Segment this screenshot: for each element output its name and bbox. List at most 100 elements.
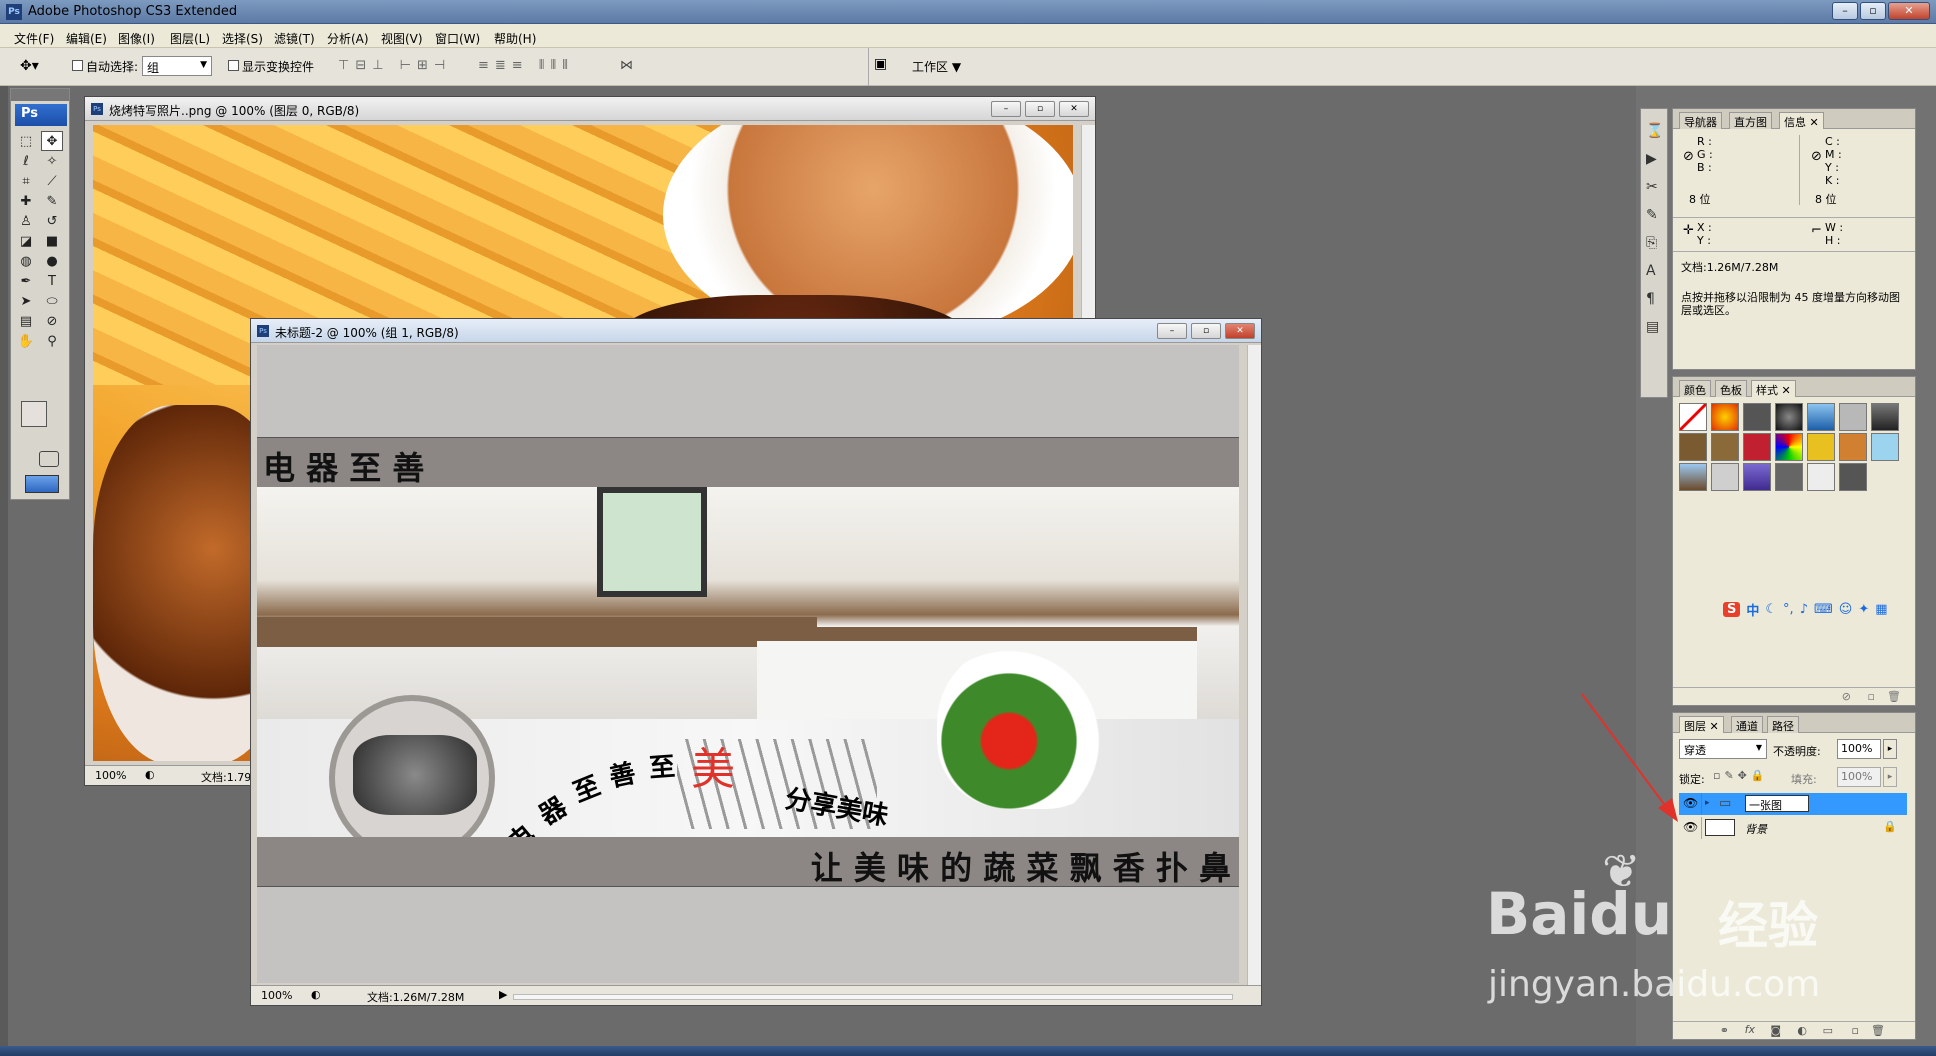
link-layers-icon[interactable]: ⚭ (1720, 1024, 1729, 1037)
opacity-field[interactable]: 100% (1837, 739, 1881, 759)
magic-wand-icon[interactable]: ✧ (41, 151, 63, 171)
menu-edit[interactable]: 编辑(E) (66, 30, 107, 47)
style-swatch[interactable] (1679, 433, 1707, 461)
tab-paths[interactable]: 路径 (1767, 716, 1799, 733)
lock-icons[interactable]: ▫✎✥🔒 (1713, 769, 1769, 782)
expand-triangle-icon[interactable]: ▸ (1705, 798, 1710, 808)
doc-minimize-button[interactable]: – (991, 101, 1021, 117)
punctuation-icon[interactable]: °, (1783, 602, 1794, 617)
lasso-tool-icon[interactable]: ℓ (15, 151, 37, 171)
fill-field[interactable]: 100% (1837, 767, 1881, 787)
tab-styles[interactable]: 样式 ✕ (1751, 380, 1796, 397)
move-tool-icon[interactable]: ✥ (41, 131, 63, 151)
tab-channels[interactable]: 通道 (1731, 716, 1763, 733)
foreground-color-swatch[interactable] (21, 401, 47, 427)
style-swatch[interactable] (1775, 463, 1803, 491)
hand-tool-icon[interactable]: ✋ (15, 331, 37, 351)
opacity-slider-arrow[interactable]: ▸ (1883, 739, 1897, 759)
style-swatch[interactable] (1839, 433, 1867, 461)
brushes-panel-icon[interactable]: ✎ (1646, 201, 1662, 229)
document-scrollbar[interactable] (1247, 345, 1261, 985)
doc-restore-button[interactable]: ▫ (1191, 323, 1221, 339)
layer-row-background[interactable]: 👁 背景 🔒 (1679, 817, 1907, 839)
tab-info[interactable]: 信息 ✕ (1779, 112, 1824, 129)
auto-align-icon[interactable]: ⋈ (620, 58, 633, 73)
toolbox-header[interactable] (11, 89, 69, 101)
style-swatch[interactable] (1807, 403, 1835, 431)
bridge-icon[interactable]: ▣ (874, 56, 887, 72)
tool-presets-icon[interactable]: ✂ (1646, 173, 1662, 201)
style-swatch[interactable] (1871, 433, 1899, 461)
blur-tool-icon[interactable]: ◍ (15, 251, 37, 271)
zoom-field[interactable]: 100% (261, 989, 292, 1002)
adjustment-layer-icon[interactable]: ◐ (1797, 1024, 1807, 1037)
workspace-button[interactable]: 工作区 ▼ (912, 58, 961, 75)
restore-button[interactable]: ▫ (1860, 2, 1886, 20)
moon-icon[interactable]: ☾ (1765, 602, 1777, 617)
style-swatch[interactable] (1711, 433, 1739, 461)
show-transform-checkbox[interactable] (228, 60, 239, 71)
slice-tool-icon[interactable]: ⟋ (41, 171, 63, 191)
close-button[interactable]: ✕ (1888, 2, 1930, 20)
auto-select-dropdown[interactable]: 组 ▼ (142, 56, 212, 76)
style-swatch[interactable] (1743, 433, 1771, 461)
clear-style-icon[interactable]: ⊘ (1842, 690, 1851, 703)
menu-filter[interactable]: 滤镜(T) (274, 30, 315, 47)
distribute-buttons[interactable]: ≡≣≡ ⦀⦀⦀ (478, 58, 574, 73)
sogou-logo-icon[interactable]: S (1723, 601, 1741, 617)
actions-panel-icon[interactable]: ▶ (1646, 145, 1662, 173)
style-swatch[interactable] (1775, 433, 1803, 461)
zoom-tool-icon[interactable]: ⚲ (41, 331, 63, 351)
move-tool-icon[interactable]: ✥▾ (20, 58, 39, 74)
trash-icon[interactable]: 🗑 (1871, 1024, 1885, 1037)
new-style-icon[interactable]: ▫ (1868, 690, 1875, 703)
grid-icon[interactable]: ▦ (1875, 602, 1887, 617)
stamp-tool-icon[interactable]: ♙ (15, 211, 37, 231)
eyedropper-icon[interactable]: ⊘ (41, 311, 63, 331)
trash-icon[interactable]: 🗑 (1887, 690, 1901, 703)
status-menu-icon[interactable]: ◐ (311, 988, 321, 1001)
pen-tool-icon[interactable]: ✒ (15, 271, 37, 291)
style-swatch[interactable] (1743, 403, 1771, 431)
style-swatch[interactable] (1711, 403, 1739, 431)
style-swatch[interactable] (1679, 463, 1707, 491)
horizontal-scrollbar[interactable] (513, 994, 1233, 1000)
menu-analysis[interactable]: 分析(A) (327, 30, 369, 47)
path-select-icon[interactable]: ➤ (15, 291, 37, 311)
layer-name-input[interactable]: 一张图 (1745, 795, 1809, 812)
doc-close-button[interactable]: ✕ (1059, 101, 1089, 117)
doc-restore-button[interactable]: ▫ (1025, 101, 1055, 117)
menu-layer[interactable]: 图层(L) (170, 30, 210, 47)
character-panel-icon[interactable]: A (1646, 257, 1662, 285)
style-swatch-none[interactable] (1679, 403, 1707, 431)
style-swatch[interactable] (1807, 433, 1835, 461)
new-group-icon[interactable]: ▭ (1823, 1024, 1833, 1037)
keyboard-icon[interactable]: ⌨ (1814, 602, 1833, 617)
style-swatch[interactable] (1839, 463, 1867, 491)
doc-close-button[interactable]: ✕ (1225, 323, 1255, 339)
crop-tool-icon[interactable]: ⌗ (15, 171, 37, 191)
style-swatch[interactable] (1871, 403, 1899, 431)
doc-minimize-button[interactable]: – (1157, 323, 1187, 339)
tab-histogram[interactable]: 直方图 (1729, 112, 1772, 129)
clone-source-icon[interactable]: ⎘ (1646, 229, 1662, 257)
shape-tool-icon[interactable]: ⬭ (41, 291, 63, 311)
tab-color[interactable]: 颜色 (1679, 380, 1711, 397)
style-swatch[interactable] (1743, 463, 1771, 491)
ime-mode-toggle[interactable]: 中 (1746, 600, 1759, 619)
gradient-tool-icon[interactable]: ■ (41, 231, 63, 251)
style-swatch[interactable] (1711, 463, 1739, 491)
zoom-field[interactable]: 100% (95, 769, 126, 782)
tab-navigator[interactable]: 导航器 (1679, 112, 1722, 129)
layer-style-icon[interactable]: fx (1745, 1023, 1755, 1036)
type-tool-icon[interactable]: T (41, 271, 63, 291)
dodge-tool-icon[interactable]: ● (41, 251, 63, 271)
user-icon[interactable]: ☺ (1839, 602, 1853, 617)
menu-image[interactable]: 图像(I) (118, 30, 155, 47)
history-panel-icon[interactable]: ⌛ (1646, 117, 1663, 145)
menu-view[interactable]: 视图(V) (381, 30, 423, 47)
menu-file[interactable]: 文件(F) (14, 30, 54, 47)
history-brush-icon[interactable]: ↺ (41, 211, 63, 231)
layer-mask-icon[interactable]: ◙ (1770, 1024, 1781, 1037)
screen-mode-icon[interactable] (25, 475, 59, 493)
